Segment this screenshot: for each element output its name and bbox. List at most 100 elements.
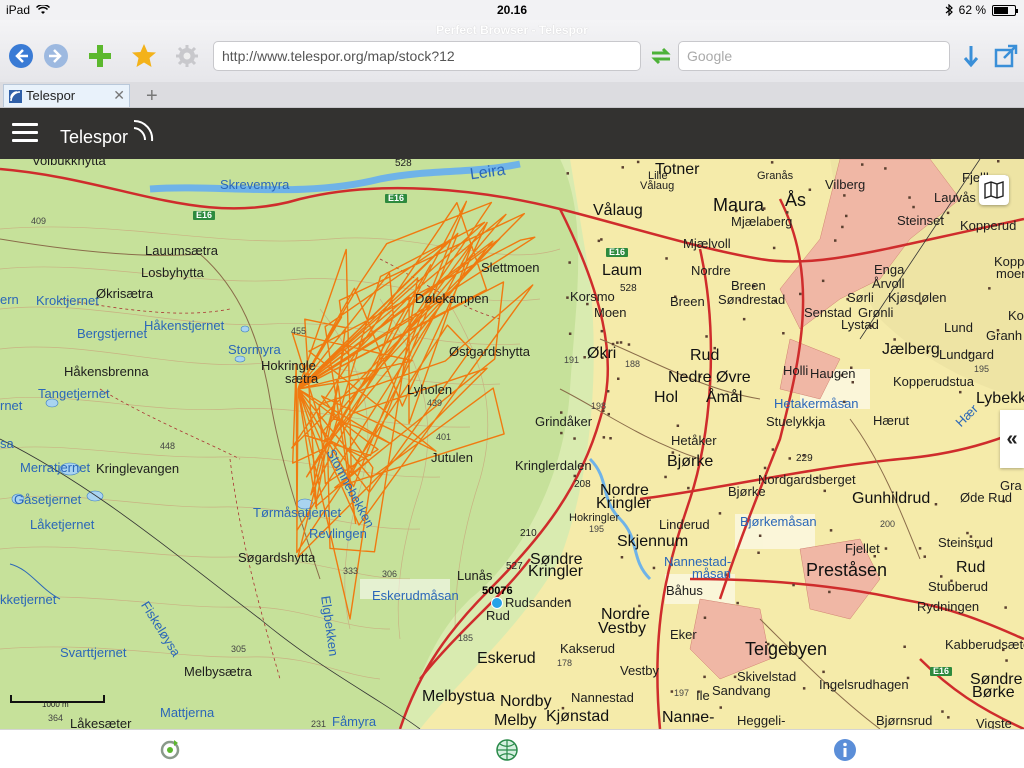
place-label: Søgardshytta bbox=[238, 550, 316, 565]
map-layers-button[interactable] bbox=[979, 175, 1009, 205]
place-label: Kringlevangen bbox=[96, 461, 180, 476]
place-label: Hetåker bbox=[671, 433, 717, 448]
height-label: 231 bbox=[311, 719, 327, 729]
place-label: Mjælaberg bbox=[731, 214, 793, 229]
height-label: 178 bbox=[557, 658, 573, 668]
place-label: Breen bbox=[731, 278, 766, 293]
road-shield-e16: E16 bbox=[385, 194, 408, 203]
place-label: Ingelsrudhagen bbox=[819, 677, 909, 692]
place-label: Østgardshytta bbox=[449, 344, 530, 359]
building-marker bbox=[941, 710, 944, 713]
building-marker bbox=[823, 489, 826, 493]
building-marker bbox=[908, 196, 911, 199]
bookmarks-button[interactable] bbox=[130, 42, 158, 70]
info-button[interactable] bbox=[832, 737, 858, 763]
side-panel-toggle[interactable]: « bbox=[1000, 410, 1024, 468]
building-marker bbox=[597, 239, 601, 243]
place-label: Kopperud bbox=[960, 218, 1017, 233]
place-label: Slettmoen bbox=[481, 260, 540, 275]
search-input[interactable]: Google bbox=[678, 41, 950, 71]
place-label: Lundgard bbox=[939, 347, 994, 362]
building-marker bbox=[652, 566, 656, 570]
place-label: Melbystua bbox=[422, 688, 495, 705]
place-label: Stuelykkja bbox=[766, 414, 826, 429]
bluetooth-icon bbox=[945, 4, 953, 16]
building-marker bbox=[664, 475, 667, 479]
place-label: Bjørke bbox=[667, 453, 714, 470]
place-label: Fjellet bbox=[845, 541, 880, 556]
place-label: Hol bbox=[654, 389, 679, 406]
building-marker bbox=[627, 343, 631, 346]
water-label: måsan bbox=[692, 566, 732, 581]
place-label: Rud bbox=[956, 559, 986, 576]
place-label: Preståsen bbox=[806, 560, 888, 580]
water-label: Kroktjernet bbox=[36, 293, 99, 308]
water-label: Gåsetjernet bbox=[14, 492, 82, 507]
building-marker bbox=[620, 556, 624, 559]
reload-page-button[interactable] bbox=[647, 42, 675, 70]
building-marker bbox=[606, 390, 610, 393]
water-label: Bergstjernet bbox=[77, 326, 148, 341]
place-label: Stubberud bbox=[928, 579, 988, 594]
menu-icon[interactable] bbox=[12, 123, 38, 143]
back-button[interactable] bbox=[7, 42, 35, 70]
place-label: Mjælvoll bbox=[683, 236, 731, 251]
place-label: Lund bbox=[944, 320, 973, 335]
url-field[interactable]: http://www.telespor.org/map/stock?12 bbox=[213, 41, 641, 71]
building-marker bbox=[703, 675, 706, 679]
place-label: Gra bbox=[1000, 478, 1022, 493]
building-marker bbox=[607, 412, 610, 416]
road-shield-e16: E16 bbox=[193, 211, 216, 220]
add-bookmark-button[interactable] bbox=[86, 42, 114, 70]
tab-telespor[interactable]: Telespor ✕ bbox=[3, 84, 130, 107]
settings-button[interactable] bbox=[173, 42, 201, 70]
place-label: Rud bbox=[690, 347, 720, 364]
place-label: Volbukkhytta bbox=[32, 159, 106, 168]
place-label: Ile bbox=[696, 688, 710, 703]
building-marker bbox=[997, 160, 1000, 163]
map-view[interactable]: E16 E16 E16 E16 Leira Skrevemyra Kroktje… bbox=[0, 159, 1024, 729]
forward-button[interactable] bbox=[42, 42, 70, 70]
download-button[interactable] bbox=[957, 42, 985, 70]
water-label: Merratjernet bbox=[20, 460, 91, 475]
building-marker bbox=[966, 531, 969, 535]
road-shield-e16: E16 bbox=[930, 667, 953, 676]
place-label: Jutulen bbox=[431, 450, 473, 465]
building-marker bbox=[560, 431, 563, 435]
map-icon bbox=[984, 181, 1004, 199]
place-label: Lyholen bbox=[407, 382, 453, 397]
star-icon bbox=[132, 44, 156, 67]
tab-close-icon[interactable]: ✕ bbox=[113, 87, 125, 104]
place-label: Rud bbox=[486, 608, 510, 623]
water-label: Bjørkemåsan bbox=[740, 514, 817, 529]
building-marker bbox=[923, 555, 926, 558]
water-label: Revlingen bbox=[309, 526, 367, 541]
place-label: Granh bbox=[986, 328, 1023, 343]
road-shield-e16: E16 bbox=[606, 248, 629, 257]
place-label: Rudsanden bbox=[505, 595, 572, 610]
height-label: 364 bbox=[48, 713, 64, 723]
reload-button[interactable] bbox=[157, 737, 183, 763]
place-label: Vigste bbox=[976, 716, 1012, 729]
building-marker bbox=[788, 457, 791, 460]
place-label: Hærut bbox=[873, 413, 910, 428]
height-label: 191 bbox=[564, 355, 580, 365]
signal-waves-icon bbox=[133, 119, 154, 142]
water-label: Låketjernet bbox=[30, 517, 95, 532]
new-tab-button[interactable]: + bbox=[146, 85, 158, 108]
place-label: Maura bbox=[713, 195, 765, 215]
globe-button[interactable] bbox=[494, 737, 520, 763]
share-button[interactable] bbox=[992, 42, 1020, 70]
building-marker bbox=[772, 246, 776, 250]
building-marker bbox=[568, 261, 571, 264]
place-label: Lauumsætra bbox=[145, 243, 218, 258]
place-label: Nannestad bbox=[571, 690, 634, 705]
building-marker bbox=[705, 335, 708, 338]
place-label: Moen bbox=[594, 305, 627, 320]
building-marker bbox=[822, 670, 825, 674]
place-label: Sandvang bbox=[712, 683, 771, 698]
height-label: 401 bbox=[436, 432, 452, 442]
tracker-id-label[interactable]: 50076 bbox=[482, 586, 513, 597]
place-label: Vålaug bbox=[593, 202, 643, 219]
info-icon bbox=[834, 739, 856, 761]
